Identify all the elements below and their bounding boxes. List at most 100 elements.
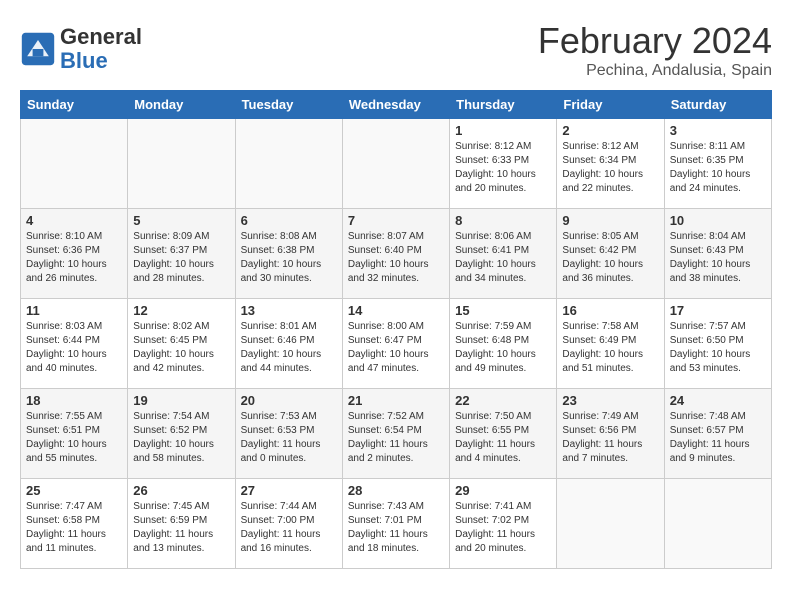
calendar-table: SundayMondayTuesdayWednesdayThursdayFrid… bbox=[20, 90, 772, 569]
day-number: 8 bbox=[455, 213, 551, 228]
subtitle: Pechina, Andalusia, Spain bbox=[538, 62, 772, 80]
day-number: 27 bbox=[241, 483, 337, 498]
main-title: February 2024 bbox=[538, 20, 772, 62]
calendar-cell: 23Sunrise: 7:49 AM Sunset: 6:56 PM Dayli… bbox=[557, 389, 664, 479]
week-row-4: 25 Sunrise: 7:47 AM Sunset: 6:58 PM Dayli… bbox=[21, 479, 772, 569]
day-info: Sunrise: 7:53 AM Sunset: 6:53 PM Dayligh… bbox=[241, 410, 337, 466]
calendar-cell: 11 Sunrise: 8:03 AM Sunset: 6:44 PM Dayli… bbox=[21, 299, 128, 389]
day-info: Sunrise: 8:03 AM Sunset: 6:44 PM Dayligh… bbox=[26, 320, 122, 376]
day-number: 19 bbox=[133, 393, 229, 408]
day-info: Sunrise: 8:10 AM Sunset: 6:36 PM Dayligh… bbox=[26, 230, 122, 286]
day-info: Sunrise: 7:44 AM Sunset: 7:00 PM Dayligh… bbox=[241, 500, 337, 556]
day-number: 5 bbox=[133, 213, 229, 228]
day-info: Sunrise: 8:01 AM Sunset: 6:46 PM Dayligh… bbox=[241, 320, 337, 376]
calendar-cell: 21 Sunrise: 7:52 AM Sunset: 6:54 PM Dayli… bbox=[342, 389, 449, 479]
calendar-cell: 15 Sunrise: 7:59 AM Sunset: 6:48 PM Dayli… bbox=[450, 299, 557, 389]
calendar-cell bbox=[21, 119, 128, 209]
day-number: 2 bbox=[562, 123, 658, 138]
logo-text: General Blue bbox=[60, 25, 142, 73]
week-row-2: 11 Sunrise: 8:03 AM Sunset: 6:44 PM Dayli… bbox=[21, 299, 772, 389]
day-number: 1 bbox=[455, 123, 551, 138]
calendar-cell bbox=[235, 119, 342, 209]
day-info: Sunrise: 7:50 AM Sunset: 6:55 PM Dayligh… bbox=[455, 410, 551, 466]
day-info: Sunrise: 8:11 AM Sunset: 6:35 PM Dayligh… bbox=[670, 140, 766, 196]
day-number: 25 bbox=[26, 483, 122, 498]
day-number: 16 bbox=[562, 303, 658, 318]
week-row-3: 18Sunrise: 7:55 AM Sunset: 6:51 PM Dayli… bbox=[21, 389, 772, 479]
day-number: 11 bbox=[26, 303, 122, 318]
logo-general: General bbox=[60, 24, 142, 49]
calendar-cell: 3 Sunrise: 8:11 AM Sunset: 6:35 PM Daylig… bbox=[664, 119, 771, 209]
calendar-cell bbox=[664, 479, 771, 569]
day-header-monday: Monday bbox=[128, 91, 235, 119]
calendar-cell: 5 Sunrise: 8:09 AM Sunset: 6:37 PM Daylig… bbox=[128, 209, 235, 299]
calendar-cell: 25 Sunrise: 7:47 AM Sunset: 6:58 PM Dayli… bbox=[21, 479, 128, 569]
day-number: 21 bbox=[348, 393, 444, 408]
header: General Blue February 2024 Pechina, Anda… bbox=[20, 20, 772, 80]
day-info: Sunrise: 8:05 AM Sunset: 6:42 PM Dayligh… bbox=[562, 230, 658, 286]
day-number: 26 bbox=[133, 483, 229, 498]
day-number: 18 bbox=[26, 393, 122, 408]
day-number: 29 bbox=[455, 483, 551, 498]
day-info: Sunrise: 8:07 AM Sunset: 6:40 PM Dayligh… bbox=[348, 230, 444, 286]
day-header-wednesday: Wednesday bbox=[342, 91, 449, 119]
calendar-cell: 1 Sunrise: 8:12 AM Sunset: 6:33 PM Daylig… bbox=[450, 119, 557, 209]
calendar-cell: 27 Sunrise: 7:44 AM Sunset: 7:00 PM Dayli… bbox=[235, 479, 342, 569]
calendar-cell: 17Sunrise: 7:57 AM Sunset: 6:50 PM Dayli… bbox=[664, 299, 771, 389]
calendar-cell: 12Sunrise: 8:02 AM Sunset: 6:45 PM Dayli… bbox=[128, 299, 235, 389]
calendar-cell: 29 Sunrise: 7:41 AM Sunset: 7:02 PM Dayli… bbox=[450, 479, 557, 569]
day-header-saturday: Saturday bbox=[664, 91, 771, 119]
day-header-thursday: Thursday bbox=[450, 91, 557, 119]
day-header-friday: Friday bbox=[557, 91, 664, 119]
day-number: 15 bbox=[455, 303, 551, 318]
day-number: 24 bbox=[670, 393, 766, 408]
day-number: 28 bbox=[348, 483, 444, 498]
day-info: Sunrise: 7:58 AM Sunset: 6:49 PM Dayligh… bbox=[562, 320, 658, 376]
calendar-cell: 20Sunrise: 7:53 AM Sunset: 6:53 PM Dayli… bbox=[235, 389, 342, 479]
week-row-0: 1 Sunrise: 8:12 AM Sunset: 6:33 PM Daylig… bbox=[21, 119, 772, 209]
day-info: Sunrise: 7:43 AM Sunset: 7:01 PM Dayligh… bbox=[348, 500, 444, 556]
day-number: 17 bbox=[670, 303, 766, 318]
calendar-cell bbox=[557, 479, 664, 569]
day-info: Sunrise: 8:08 AM Sunset: 6:38 PM Dayligh… bbox=[241, 230, 337, 286]
calendar-cell: 10Sunrise: 8:04 AM Sunset: 6:43 PM Dayli… bbox=[664, 209, 771, 299]
day-info: Sunrise: 7:41 AM Sunset: 7:02 PM Dayligh… bbox=[455, 500, 551, 556]
calendar-cell: 7 Sunrise: 8:07 AM Sunset: 6:40 PM Daylig… bbox=[342, 209, 449, 299]
day-info: Sunrise: 7:47 AM Sunset: 6:58 PM Dayligh… bbox=[26, 500, 122, 556]
day-info: Sunrise: 8:12 AM Sunset: 6:33 PM Dayligh… bbox=[455, 140, 551, 196]
day-number: 22 bbox=[455, 393, 551, 408]
day-number: 13 bbox=[241, 303, 337, 318]
day-info: Sunrise: 8:09 AM Sunset: 6:37 PM Dayligh… bbox=[133, 230, 229, 286]
day-info: Sunrise: 7:48 AM Sunset: 6:57 PM Dayligh… bbox=[670, 410, 766, 466]
day-number: 4 bbox=[26, 213, 122, 228]
title-block: February 2024 Pechina, Andalusia, Spain bbox=[538, 20, 772, 80]
day-info: Sunrise: 7:59 AM Sunset: 6:48 PM Dayligh… bbox=[455, 320, 551, 376]
day-header-sunday: Sunday bbox=[21, 91, 128, 119]
calendar-cell: 28 Sunrise: 7:43 AM Sunset: 7:01 PM Dayli… bbox=[342, 479, 449, 569]
day-header-tuesday: Tuesday bbox=[235, 91, 342, 119]
day-number: 10 bbox=[670, 213, 766, 228]
day-info: Sunrise: 8:12 AM Sunset: 6:34 PM Dayligh… bbox=[562, 140, 658, 196]
day-info: Sunrise: 8:00 AM Sunset: 6:47 PM Dayligh… bbox=[348, 320, 444, 376]
calendar-cell: 14 Sunrise: 8:00 AM Sunset: 6:47 PM Dayli… bbox=[342, 299, 449, 389]
day-info: Sunrise: 8:06 AM Sunset: 6:41 PM Dayligh… bbox=[455, 230, 551, 286]
day-number: 14 bbox=[348, 303, 444, 318]
header-row: SundayMondayTuesdayWednesdayThursdayFrid… bbox=[21, 91, 772, 119]
calendar-cell: 6Sunrise: 8:08 AM Sunset: 6:38 PM Daylig… bbox=[235, 209, 342, 299]
calendar-cell: 18Sunrise: 7:55 AM Sunset: 6:51 PM Dayli… bbox=[21, 389, 128, 479]
calendar-cell: 2 Sunrise: 8:12 AM Sunset: 6:34 PM Daylig… bbox=[557, 119, 664, 209]
calendar-cell: 8 Sunrise: 8:06 AM Sunset: 6:41 PM Daylig… bbox=[450, 209, 557, 299]
calendar-cell: 13 Sunrise: 8:01 AM Sunset: 6:46 PM Dayli… bbox=[235, 299, 342, 389]
calendar-cell: 19Sunrise: 7:54 AM Sunset: 6:52 PM Dayli… bbox=[128, 389, 235, 479]
day-number: 12 bbox=[133, 303, 229, 318]
calendar-cell: 22 Sunrise: 7:50 AM Sunset: 6:55 PM Dayli… bbox=[450, 389, 557, 479]
calendar-cell bbox=[342, 119, 449, 209]
day-number: 23 bbox=[562, 393, 658, 408]
logo-icon bbox=[20, 31, 56, 67]
day-number: 7 bbox=[348, 213, 444, 228]
calendar-cell bbox=[128, 119, 235, 209]
day-info: Sunrise: 7:52 AM Sunset: 6:54 PM Dayligh… bbox=[348, 410, 444, 466]
logo: General Blue bbox=[20, 25, 142, 73]
day-number: 3 bbox=[670, 123, 766, 138]
calendar-cell: 9Sunrise: 8:05 AM Sunset: 6:42 PM Daylig… bbox=[557, 209, 664, 299]
